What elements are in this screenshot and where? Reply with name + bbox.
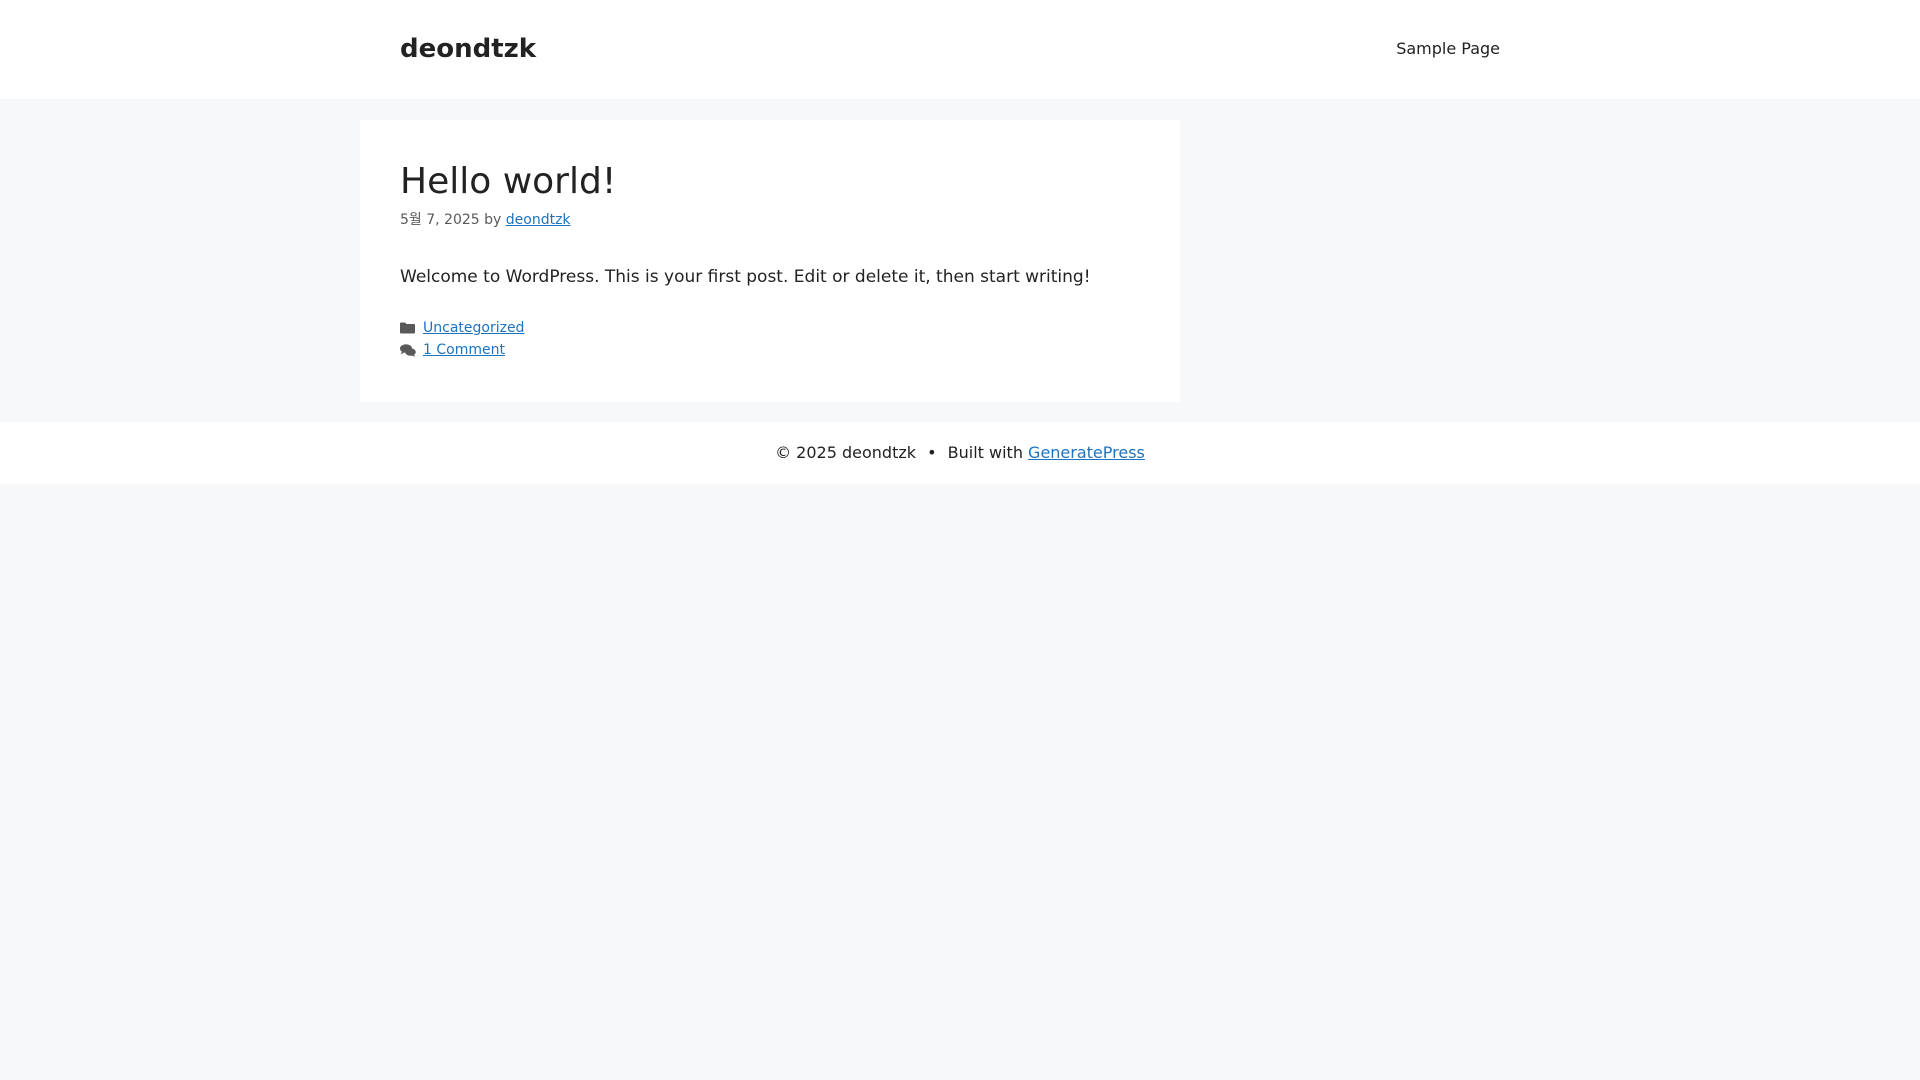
footer-built-with: Built with [947, 443, 1023, 462]
post-title: Hello world! [400, 161, 617, 202]
post-comments: 1 Comment [400, 340, 505, 360]
site-header: deondtzk Sample Page [0, 0, 1920, 99]
post-excerpt: Welcome to WordPress. This is your first… [400, 267, 1091, 287]
main-navigation: Sample Page [1396, 37, 1500, 61]
folder-icon [400, 321, 416, 335]
nav-item-sample-page[interactable]: Sample Page [1396, 39, 1500, 58]
generatepress-link[interactable]: GeneratePress [1028, 443, 1145, 462]
comments-icon [400, 343, 416, 357]
footer-copyright: © 2025 deondtzk [775, 443, 917, 462]
site-footer: © 2025 deondtzk • Built with GeneratePre… [0, 422, 1920, 484]
category-link-uncategorized[interactable]: Uncategorized [423, 318, 524, 338]
post-by-label: by [484, 212, 502, 228]
post-card: Hello world! 5월 7, 2025 by deondtzk Welc… [360, 120, 1180, 402]
post-author-link[interactable]: deondtzk [506, 212, 571, 228]
comments-link[interactable]: 1 Comment [423, 340, 505, 360]
post-date: 5월 7, 2025 [400, 212, 480, 228]
footer-separator: • [927, 443, 937, 462]
site-title-link[interactable]: deondtzk [400, 30, 536, 68]
post-meta: 5월 7, 2025 by deondtzk [400, 210, 571, 230]
post-categories: Uncategorized [400, 318, 524, 338]
